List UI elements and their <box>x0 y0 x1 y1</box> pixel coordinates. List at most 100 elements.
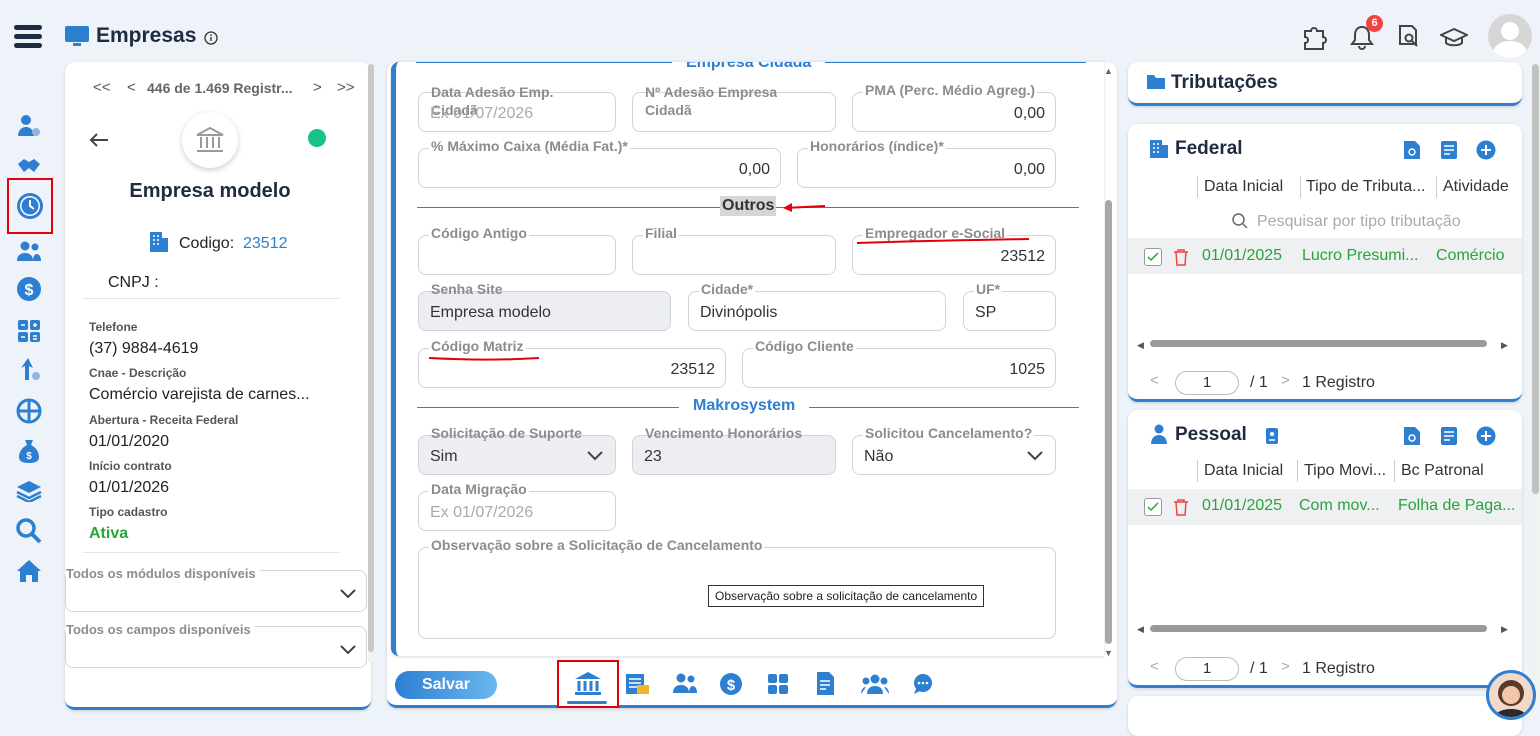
tooltip: Observação sobre a solicitação de cancel… <box>708 585 985 607</box>
table-row[interactable]: 01/01/2025 Lucro Presumi... Comércio <box>1128 238 1522 274</box>
save-button[interactable]: Salvar <box>395 671 497 699</box>
next-panel <box>1128 696 1522 736</box>
handshake-icon[interactable] <box>12 151 46 181</box>
people-icon[interactable] <box>12 236 46 266</box>
scroll-right-icon[interactable]: ▶ <box>1501 624 1508 635</box>
scroll-down-icon[interactable]: ▼ <box>1104 648 1113 658</box>
group-icon[interactable] <box>861 673 889 700</box>
delete-icon[interactable] <box>1173 498 1189 516</box>
codigo-matriz-field[interactable]: Código Matriz 23512 <box>418 337 726 388</box>
calculator-icon[interactable] <box>12 316 46 346</box>
delete-icon[interactable] <box>1173 248 1189 266</box>
id-badge-icon[interactable] <box>1265 427 1279 445</box>
page-input[interactable]: 1 <box>1175 657 1239 681</box>
data-adesao-field[interactable]: Data Adesão Emp. Cidadã Ex 01/07/2026 <box>418 84 616 132</box>
prev-page-button[interactable]: < <box>1150 372 1159 389</box>
scroll-left-icon[interactable]: ◀ <box>1137 624 1144 635</box>
page-input[interactable]: 1 <box>1175 371 1239 395</box>
user-settings-icon[interactable] <box>12 111 46 141</box>
add-icon[interactable] <box>1476 140 1496 160</box>
search-document-icon[interactable] <box>1403 140 1421 160</box>
people-tab-icon[interactable] <box>672 672 698 699</box>
senha-site-field[interactable]: Senha Site Empresa modelo <box>418 281 671 331</box>
list-edit-icon[interactable] <box>1439 426 1459 446</box>
data-migracao-field[interactable]: Data Migração Ex 01/07/2026 <box>418 480 616 531</box>
horizontal-scrollbar[interactable] <box>1150 625 1487 632</box>
puzzle-icon[interactable] <box>1301 22 1331 57</box>
column-header[interactable]: Tipo Movi... <box>1304 462 1386 480</box>
left-scrollbar-thumb[interactable] <box>368 64 374 652</box>
column-header[interactable]: Atividade <box>1443 178 1509 196</box>
page-total: / 1 <box>1250 374 1268 391</box>
graduation-cap-icon[interactable] <box>1438 27 1470 54</box>
chat-icon[interactable] <box>912 673 934 700</box>
honorarios-field[interactable]: Honorários (índice)* 0,00 <box>797 137 1056 188</box>
scroll-left-icon[interactable]: ◀ <box>1137 340 1144 351</box>
modules-select[interactable]: Todos os módulos disponíveis <box>65 566 367 612</box>
edit-document-icon[interactable] <box>815 671 837 702</box>
federal-search-input[interactable]: Pesquisar por tipo tributação <box>1257 213 1461 231</box>
cidade-field[interactable]: Cidade* Divinópolis <box>688 280 946 331</box>
scroll-up-icon[interactable]: ▲ <box>1104 66 1113 76</box>
field-value: Comércio varejista de carnes... <box>89 386 310 403</box>
growth-icon[interactable] <box>12 354 46 384</box>
pma-field[interactable]: PMA (Perc. Médio Agreg.) 0,00 <box>852 81 1056 132</box>
dollar-icon[interactable]: $ <box>12 274 46 304</box>
network-icon[interactable] <box>12 396 46 426</box>
num-adesao-field[interactable]: Nº Adesão Empresa Cidadã <box>632 84 836 132</box>
money-bag-icon[interactable]: $ <box>12 436 46 466</box>
horizontal-scrollbar[interactable] <box>1150 340 1487 347</box>
solic-suporte-select[interactable]: Solicitação de Suporte Sim <box>418 425 616 475</box>
last-record-button[interactable]: >> <box>337 79 355 96</box>
right-scrollbar-thumb[interactable] <box>1532 64 1539 494</box>
scroll-right-icon[interactable]: ▶ <box>1501 340 1508 351</box>
menu-icon[interactable] <box>12 22 46 52</box>
prev-record-button[interactable]: < <box>127 79 136 96</box>
page-title: Empresas <box>96 24 197 47</box>
column-header[interactable]: Data Inicial <box>1204 178 1283 196</box>
venc-honorarios-field[interactable]: Vencimento Honorários 23 <box>632 425 836 475</box>
table-row[interactable]: 01/01/2025 Com mov... Folha de Paga... <box>1128 489 1522 525</box>
filial-field[interactable]: Filial <box>632 224 836 275</box>
field-value: 01/01/2026 <box>89 479 170 496</box>
page-total: / 1 <box>1250 660 1268 677</box>
clock-icon[interactable] <box>7 178 53 234</box>
dollar-tab-icon[interactable]: $ <box>719 672 743 701</box>
add-icon[interactable] <box>1476 426 1496 446</box>
row-atividade: Comércio <box>1436 247 1505 264</box>
row-checkbox[interactable] <box>1144 498 1162 516</box>
federal-panel: Federal Data Inicial Tipo de Tributa... … <box>1128 124 1522 402</box>
calculator-tab-icon[interactable] <box>767 673 789 700</box>
codigo-cliente-field[interactable]: Código Cliente 1025 <box>742 337 1056 388</box>
prev-page-button[interactable]: < <box>1150 658 1159 675</box>
back-arrow-icon[interactable] <box>89 132 109 153</box>
home-icon[interactable] <box>12 556 46 586</box>
list-edit-icon[interactable] <box>1439 140 1459 160</box>
column-header[interactable]: Data Inicial <box>1204 462 1283 480</box>
tab-company[interactable] <box>557 660 619 708</box>
first-record-button[interactable]: << <box>93 79 111 96</box>
row-date: 01/01/2025 <box>1202 247 1283 264</box>
next-page-button[interactable]: > <box>1281 372 1290 389</box>
support-avatar[interactable] <box>1486 670 1536 720</box>
fields-select[interactable]: Todos os campos disponíveis <box>65 622 367 668</box>
info-icon[interactable] <box>204 31 218 50</box>
uf-field[interactable]: UF* SP <box>963 280 1056 331</box>
column-header[interactable]: Bc Patronal <box>1401 462 1484 480</box>
form-scrollbar-thumb[interactable] <box>1105 200 1112 644</box>
next-record-button[interactable]: > <box>313 79 322 96</box>
max-caixa-field[interactable]: % Máximo Caixa (Média Fat.)* 0,00 <box>418 137 781 188</box>
field-label: Início contrato <box>89 459 172 473</box>
avatar[interactable] <box>1488 14 1532 58</box>
solic-cancel-select[interactable]: Solicitou Cancelamento? Não <box>852 424 1056 475</box>
row-checkbox[interactable] <box>1144 248 1162 266</box>
search-icon[interactable] <box>12 516 46 546</box>
codigo-antigo-field[interactable]: Código Antigo <box>418 224 616 275</box>
tax-document-icon[interactable] <box>625 672 651 701</box>
form-panel: Empresa Cidadã Data Adesão Emp. Cidadã E… <box>387 62 1117 708</box>
column-header[interactable]: Tipo de Tributa... <box>1306 178 1425 196</box>
layers-icon[interactable] <box>12 476 46 506</box>
next-page-button[interactable]: > <box>1281 658 1290 675</box>
document-search-icon[interactable] <box>1397 25 1421 54</box>
search-document-icon[interactable] <box>1403 426 1421 446</box>
